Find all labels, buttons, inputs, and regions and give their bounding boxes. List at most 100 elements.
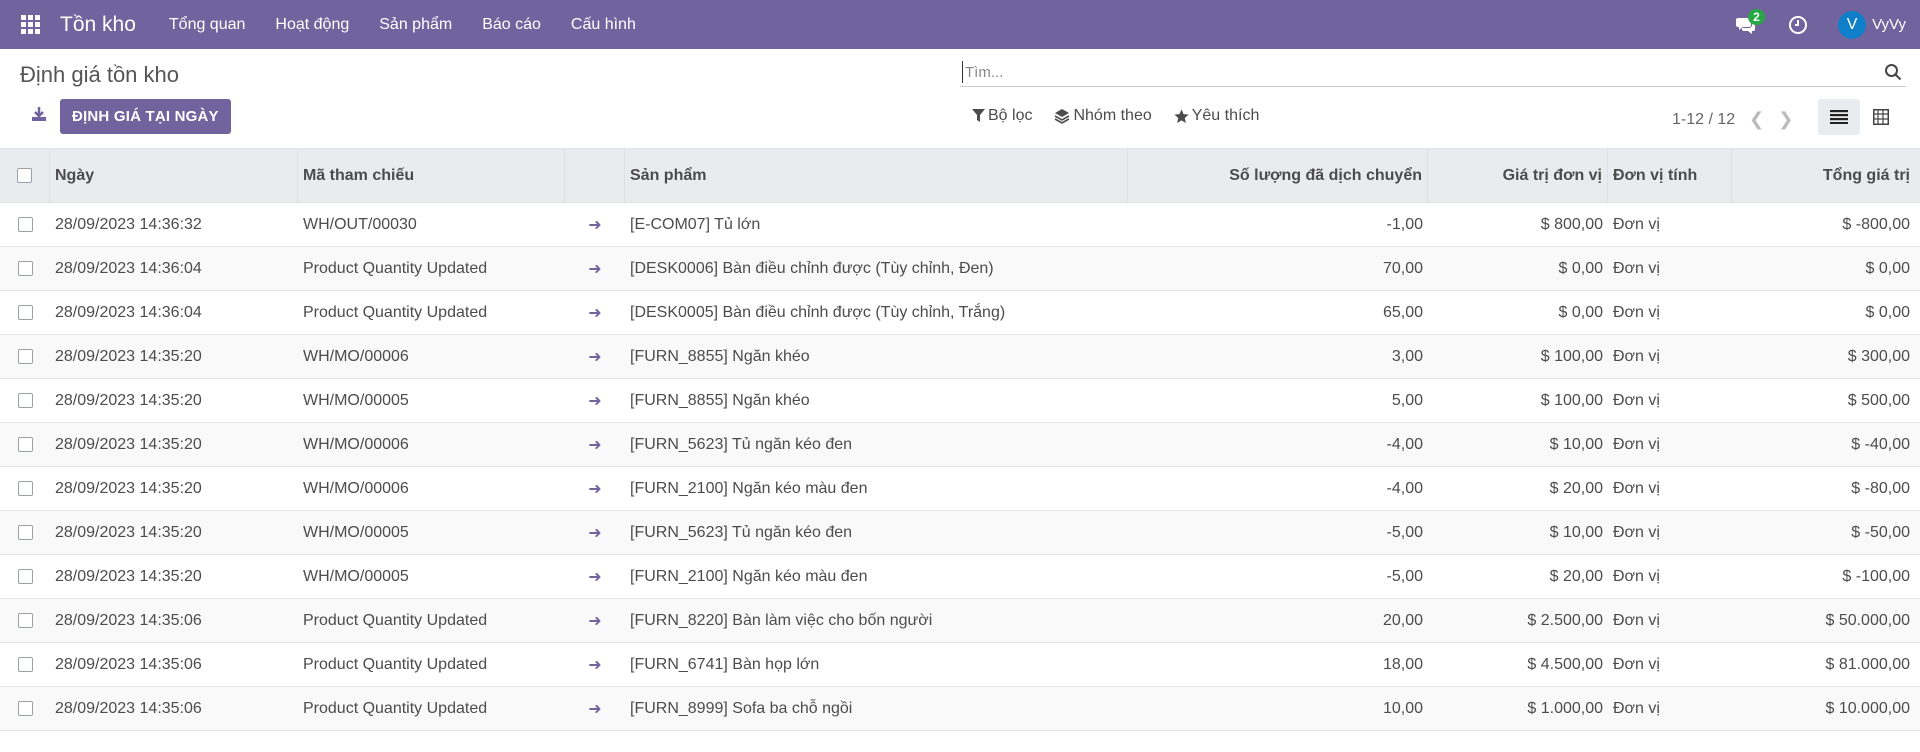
arrow-right-icon[interactable]: ➜ <box>588 435 601 455</box>
valuation-at-date-button[interactable]: ĐỊNH GIÁ TẠI NGÀY <box>60 99 231 134</box>
row-checkbox[interactable] <box>17 261 33 276</box>
table-row[interactable]: 28/09/2023 14:35:20 WH/MO/00005 ➜ [FURN_… <box>0 511 1920 555</box>
row-checkbox[interactable] <box>17 349 33 364</box>
arrow-right-icon[interactable]: ➜ <box>588 523 601 543</box>
pager: 1-12 / 12 ❮ ❯ <box>1672 109 1793 130</box>
pager-next-icon[interactable]: ❯ <box>1778 109 1793 130</box>
cell-date: 28/09/2023 14:35:20 <box>55 435 202 453</box>
menu-configuration[interactable]: Cấu hình <box>556 0 651 49</box>
header-reference[interactable]: Mã tham chiếu <box>298 149 565 202</box>
download-icon[interactable] <box>30 105 48 123</box>
header-quantity[interactable]: Số lượng đã dịch chuyển <box>1128 149 1428 202</box>
cell-unit-value: $ 0,00 <box>1558 303 1603 321</box>
cell-reference: Product Quantity Updated <box>303 259 488 277</box>
cell-unit-value: $ 1.000,00 <box>1527 699 1603 717</box>
pager-previous-icon[interactable]: ❮ <box>1749 109 1764 130</box>
cell-uom: Đơn vị <box>1613 435 1660 453</box>
cell-uom: Đơn vị <box>1613 347 1660 365</box>
cell-total-value: $ 81.000,00 <box>1825 655 1910 673</box>
row-checkbox[interactable] <box>17 305 33 320</box>
row-checkbox[interactable] <box>17 657 33 672</box>
header-unit-value[interactable]: Giá trị đơn vị <box>1428 149 1608 202</box>
menu-reports[interactable]: Báo cáo <box>467 0 556 49</box>
row-checkbox[interactable] <box>17 569 33 584</box>
arrow-right-icon[interactable]: ➜ <box>588 655 601 675</box>
table-row[interactable]: 28/09/2023 14:36:04 Product Quantity Upd… <box>0 291 1920 335</box>
pivot-view-icon[interactable] <box>1860 99 1902 135</box>
row-checkbox[interactable] <box>17 437 33 452</box>
control-panel: Định giá tồn kho ĐỊNH GIÁ TẠI NGÀY Bộ lọ… <box>0 49 1920 149</box>
cell-unit-value: $ 20,00 <box>1549 479 1603 497</box>
cell-reference: Product Quantity Updated <box>303 611 488 629</box>
header-date[interactable]: Ngày <box>50 149 298 202</box>
cell-reference: WH/MO/00006 <box>303 435 409 453</box>
table-row[interactable]: 28/09/2023 14:35:06 Product Quantity Upd… <box>0 643 1920 687</box>
arrow-right-icon[interactable]: ➜ <box>588 215 601 235</box>
table-row[interactable]: 28/09/2023 14:35:20 WH/MO/00005 ➜ [FURN_… <box>0 379 1920 423</box>
chat-count-badge: 2 <box>1748 9 1765 25</box>
cell-quantity: 20,00 <box>1382 611 1423 629</box>
arrow-right-icon[interactable]: ➜ <box>588 699 601 719</box>
top-navbar: Tồn kho Tổng quan Hoạt động Sản phẩm Báo… <box>0 0 1920 49</box>
menu-products[interactable]: Sản phẩm <box>364 0 467 49</box>
cell-reference: WH/OUT/00030 <box>303 215 417 233</box>
table-row[interactable]: 28/09/2023 14:35:20 WH/MO/00006 ➜ [FURN_… <box>0 335 1920 379</box>
arrow-right-icon[interactable]: ➜ <box>588 347 601 367</box>
cell-unit-value: $ 2.500,00 <box>1527 611 1603 629</box>
arrow-right-icon[interactable]: ➜ <box>588 611 601 631</box>
cell-uom: Đơn vị <box>1613 523 1660 541</box>
cell-product: [FURN_2100] Ngăn kéo màu đen <box>630 567 868 585</box>
pager-value[interactable]: 1-12 / 12 <box>1672 111 1735 129</box>
cell-uom: Đơn vị <box>1613 259 1660 277</box>
menu-overview[interactable]: Tổng quan <box>154 0 261 49</box>
list-view-icon[interactable] <box>1818 99 1860 135</box>
table-row[interactable]: 28/09/2023 14:35:06 Product Quantity Upd… <box>0 687 1920 731</box>
chat-icon[interactable]: 2 <box>1726 0 1766 49</box>
cell-product: [FURN_2100] Ngăn kéo màu đen <box>630 479 868 497</box>
activity-clock-icon[interactable] <box>1778 0 1818 49</box>
user-menu[interactable]: V VyVy <box>1838 10 1906 39</box>
search-options: Bộ lọc Nhóm theo Yêu thích <box>972 107 1281 125</box>
table-row[interactable]: 28/09/2023 14:36:32 WH/OUT/00030 ➜ [E-CO… <box>0 203 1920 247</box>
header-product[interactable]: Sản phẩm <box>625 149 1128 202</box>
cell-reference: WH/MO/00005 <box>303 523 409 541</box>
select-all-checkbox[interactable] <box>17 168 32 183</box>
cell-product: [FURN_5623] Tủ ngăn kéo đen <box>630 523 853 541</box>
cell-unit-value: $ 4.500,00 <box>1527 655 1603 673</box>
search-input[interactable] <box>962 61 1842 83</box>
arrow-right-icon[interactable]: ➜ <box>588 391 601 411</box>
row-checkbox[interactable] <box>17 393 33 408</box>
cell-product: [FURN_8855] Ngăn khéo <box>630 347 810 365</box>
header-uom[interactable]: Đơn vị tính <box>1608 149 1732 202</box>
row-checkbox[interactable] <box>17 701 33 716</box>
search-box <box>960 57 1906 87</box>
table-header: Ngày Mã tham chiếu Sản phẩm Số lượng đã … <box>0 149 1920 203</box>
apps-menu-icon[interactable] <box>0 0 60 49</box>
cell-quantity: 10,00 <box>1382 699 1423 717</box>
header-total-value[interactable]: Tổng giá trị <box>1732 149 1915 202</box>
arrow-right-icon[interactable]: ➜ <box>588 567 601 587</box>
cell-date: 28/09/2023 14:36:32 <box>55 215 202 233</box>
app-brand[interactable]: Tồn kho <box>60 13 136 37</box>
table-row[interactable]: 28/09/2023 14:35:20 WH/MO/00006 ➜ [FURN_… <box>0 467 1920 511</box>
table-row[interactable]: 28/09/2023 14:36:04 Product Quantity Upd… <box>0 247 1920 291</box>
group-by-button[interactable]: Nhóm theo <box>1054 107 1152 125</box>
cell-uom: Đơn vị <box>1613 611 1660 629</box>
cell-product: [FURN_5623] Tủ ngăn kéo đen <box>630 435 853 453</box>
arrow-right-icon[interactable]: ➜ <box>588 259 601 279</box>
arrow-right-icon[interactable]: ➜ <box>588 303 601 323</box>
row-checkbox[interactable] <box>17 481 33 496</box>
cell-total-value: $ 500,00 <box>1847 391 1910 409</box>
menu-operations[interactable]: Hoạt động <box>260 0 364 49</box>
search-icon[interactable] <box>1884 63 1902 86</box>
table-row[interactable]: 28/09/2023 14:35:20 WH/MO/00006 ➜ [FURN_… <box>0 423 1920 467</box>
row-checkbox[interactable] <box>17 217 33 232</box>
filter-button[interactable]: Bộ lọc <box>972 107 1032 125</box>
row-checkbox[interactable] <box>17 525 33 540</box>
table-row[interactable]: 28/09/2023 14:35:06 Product Quantity Upd… <box>0 599 1920 643</box>
favorites-button[interactable]: Yêu thích <box>1174 107 1259 125</box>
arrow-right-icon[interactable]: ➜ <box>588 479 601 499</box>
table-row[interactable]: 28/09/2023 14:35:20 WH/MO/00005 ➜ [FURN_… <box>0 555 1920 599</box>
row-checkbox[interactable] <box>17 613 33 628</box>
avatar: V <box>1838 10 1867 39</box>
